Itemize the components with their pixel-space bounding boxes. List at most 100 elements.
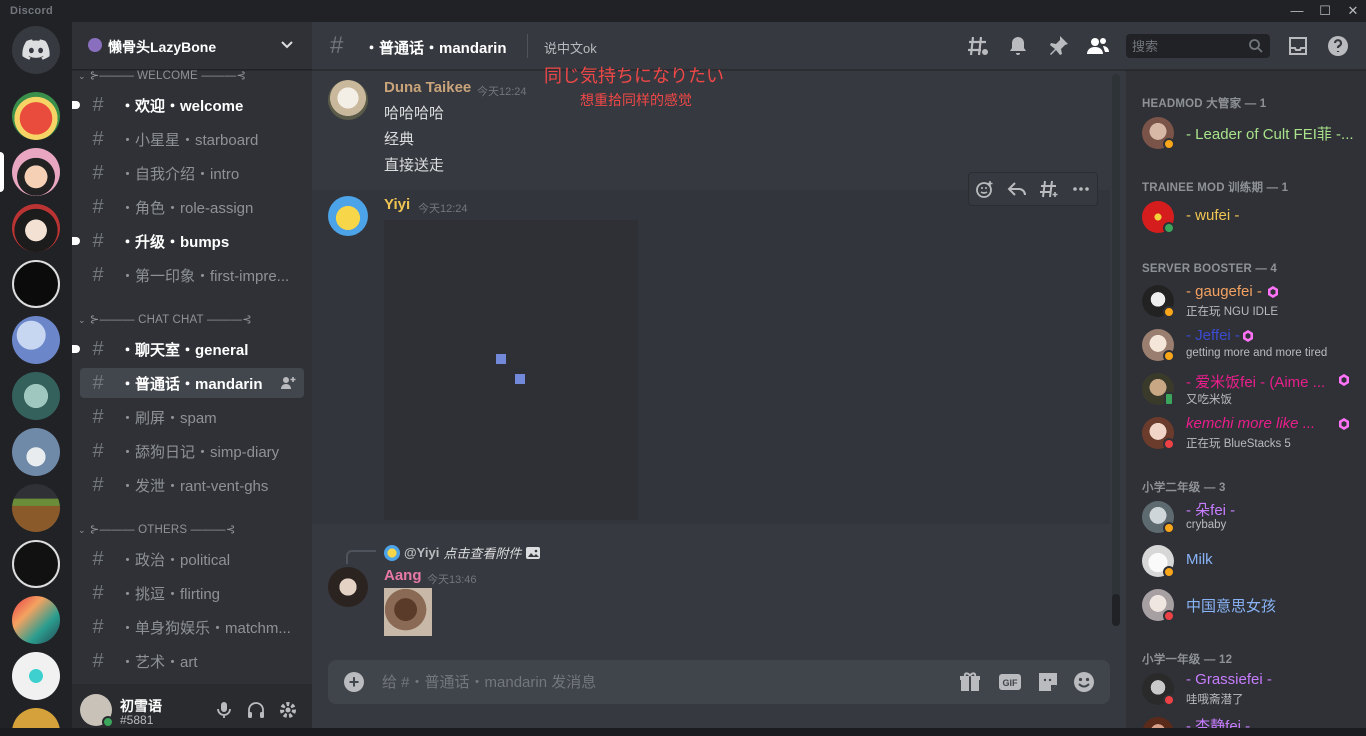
gear-icon[interactable] bbox=[278, 700, 298, 720]
add-member-icon[interactable] bbox=[280, 375, 296, 391]
channel-simp-diary[interactable]: # ・舔狗日记・simp-diary bbox=[80, 436, 304, 466]
minimize-button[interactable]: — bbox=[1282, 2, 1312, 20]
member-item[interactable]: kemchi more like ... 正在玩 BlueStacks 5 bbox=[1134, 412, 1358, 454]
channel-starboard[interactable]: # ・小星星・starboard bbox=[80, 124, 304, 154]
headphones-icon[interactable] bbox=[246, 700, 266, 720]
emoji-icon[interactable] bbox=[1072, 670, 1096, 694]
message-input[interactable] bbox=[382, 672, 942, 692]
image-attachment[interactable] bbox=[384, 588, 432, 636]
channel-label: ・挑逗・flirting bbox=[120, 585, 221, 603]
avatar[interactable] bbox=[328, 80, 368, 120]
channel-label: ・刷屏・spam bbox=[120, 409, 217, 427]
channel-label: ・自我介绍・intro bbox=[120, 165, 240, 183]
microphone-icon[interactable] bbox=[214, 700, 234, 720]
message-text: 直接送走 bbox=[384, 157, 445, 174]
channel-matchmaking[interactable]: # ・单身狗娱乐・matchm... bbox=[80, 612, 304, 642]
member-item[interactable]: - 爱米饭fei - (Aime ... 又吃米饭 bbox=[1134, 368, 1358, 410]
sticker-icon[interactable] bbox=[1036, 670, 1060, 694]
chat-scrollbar[interactable] bbox=[1112, 74, 1120, 626]
member-item[interactable]: - gaugefei - 正在玩 NGU IDLE bbox=[1134, 280, 1358, 322]
channel-spam[interactable]: # ・刷屏・spam bbox=[80, 402, 304, 432]
text-channel-icon: # bbox=[92, 338, 104, 360]
server-icon-lazybone[interactable] bbox=[12, 148, 60, 196]
server-icon-llama[interactable] bbox=[12, 428, 60, 476]
add-reaction-icon[interactable] bbox=[975, 179, 995, 199]
home-button[interactable] bbox=[12, 26, 60, 74]
channel-role-assign[interactable]: # ・角色・role-assign bbox=[80, 192, 304, 222]
idle-status-icon bbox=[1163, 566, 1175, 578]
reply-connector bbox=[346, 550, 376, 564]
channel-mandarin[interactable]: # ・普通话・mandarin bbox=[80, 368, 304, 398]
channel-label: ・政治・political bbox=[120, 551, 231, 569]
member-item[interactable]: - Grassiefei - 哇哦斋潜了 bbox=[1134, 668, 1358, 710]
message-author[interactable]: Yiyi bbox=[384, 196, 410, 213]
user-tag: #5881 bbox=[120, 713, 154, 727]
text-channel-icon: # bbox=[92, 196, 104, 218]
server-icon-skater[interactable] bbox=[12, 652, 60, 700]
server-icon-watermelon[interactable] bbox=[12, 92, 60, 140]
member-item[interactable]: 中国意思女孩 bbox=[1134, 584, 1358, 626]
channel-welcome[interactable]: # ・欢迎・welcome bbox=[72, 90, 304, 120]
server-icon-minecraft[interactable] bbox=[12, 484, 60, 532]
server-icon-anime[interactable] bbox=[12, 204, 60, 252]
search-input[interactable] bbox=[1132, 37, 1242, 55]
search-box[interactable] bbox=[1126, 34, 1270, 58]
scrollbar-thumb[interactable] bbox=[1112, 594, 1120, 626]
message-composer: + GIF bbox=[328, 660, 1110, 704]
channel-label: ・角色・role-assign bbox=[120, 199, 254, 217]
channel-political[interactable]: # ・政治・political bbox=[80, 544, 304, 574]
channel-first-impressions[interactable]: # ・第一印象・first-impre... bbox=[80, 260, 304, 290]
reply-icon[interactable] bbox=[1007, 179, 1027, 199]
pin-icon[interactable] bbox=[1046, 34, 1070, 58]
category-label: CHAT CHAT bbox=[138, 314, 204, 326]
gif-icon[interactable]: GIF bbox=[998, 670, 1022, 694]
guild-header[interactable]: 懒骨头LazyBone bbox=[72, 22, 312, 70]
threads-icon[interactable] bbox=[966, 34, 990, 58]
close-button[interactable]: ✕ bbox=[1338, 2, 1366, 20]
member-item[interactable]: - Leader of Cult FEI菲 -... bbox=[1134, 112, 1358, 154]
category-chat[interactable]: ⌄ ⊱——— CHAT CHAT ———⊰ bbox=[78, 312, 252, 326]
server-icon-blue[interactable] bbox=[12, 316, 60, 364]
gift-icon[interactable] bbox=[958, 670, 982, 694]
channel-general[interactable]: # ・聊天室・general bbox=[72, 334, 304, 364]
upload-plus-icon[interactable]: + bbox=[344, 672, 364, 692]
server-icon-teal[interactable] bbox=[12, 372, 60, 420]
image-icon bbox=[526, 546, 541, 559]
member-item[interactable]: - 朵fei - crybaby bbox=[1134, 496, 1358, 538]
image-attachment[interactable] bbox=[384, 220, 638, 520]
idle-status-icon bbox=[1163, 138, 1175, 150]
member-list-icon[interactable] bbox=[1086, 34, 1110, 58]
server-icon-rainbow[interactable] bbox=[12, 596, 60, 644]
category-others[interactable]: ⌄ ⊱——— OTHERS ———⊰ bbox=[78, 522, 236, 536]
channel-rant-vent[interactable]: # ・发泄・rant-vent-ghs bbox=[80, 470, 304, 500]
reply-text: 点击查看附件 bbox=[443, 546, 522, 561]
bell-icon[interactable] bbox=[1006, 34, 1030, 58]
help-icon[interactable] bbox=[1326, 34, 1350, 58]
avatar[interactable] bbox=[328, 196, 368, 236]
more-options-icon[interactable] bbox=[1071, 179, 1091, 199]
caret-down-icon: ⌄ bbox=[78, 71, 86, 81]
member-item[interactable]: - Jeffei - getting more and more tired bbox=[1134, 324, 1358, 366]
avatar[interactable] bbox=[328, 567, 368, 607]
member-item[interactable]: Milk bbox=[1134, 540, 1358, 582]
inbox-icon[interactable] bbox=[1286, 34, 1310, 58]
category-welcome[interactable]: ⌄ ⊱——— WELCOME ———⊰ bbox=[78, 68, 246, 82]
member-name: - 朵fei - bbox=[1186, 502, 1236, 519]
selected-server-pill bbox=[0, 152, 4, 192]
channel-intro[interactable]: # ・自我介绍・intro bbox=[80, 158, 304, 188]
text-channel-icon: # bbox=[330, 32, 344, 59]
channel-art[interactable]: # ・艺术・art bbox=[80, 646, 304, 676]
member-item[interactable]: - wufei - bbox=[1134, 196, 1358, 238]
reply-mention[interactable]: @Yiyi bbox=[404, 545, 439, 560]
create-thread-icon[interactable] bbox=[1039, 179, 1059, 199]
message-author[interactable]: Aang bbox=[384, 567, 422, 584]
maximize-button[interactable]: ☐ bbox=[1310, 2, 1340, 20]
channel-flirting[interactable]: # ・挑逗・flirting bbox=[80, 578, 304, 608]
channel-sidebar: 懒骨头LazyBone ⌄ ⊱——— WELCOME ———⊰ # ・欢迎・welc… bbox=[72, 22, 312, 736]
text-channel-icon: # bbox=[92, 406, 104, 428]
message-author[interactable]: Duna Taikee bbox=[384, 79, 471, 96]
channel-bumps[interactable]: # ・升级・bumps bbox=[72, 226, 304, 256]
server-icon-csgo[interactable] bbox=[12, 540, 60, 588]
server-icon-emblem[interactable] bbox=[12, 260, 60, 308]
reply-reference[interactable]: @Yiyi 点击查看附件 bbox=[384, 543, 541, 562]
